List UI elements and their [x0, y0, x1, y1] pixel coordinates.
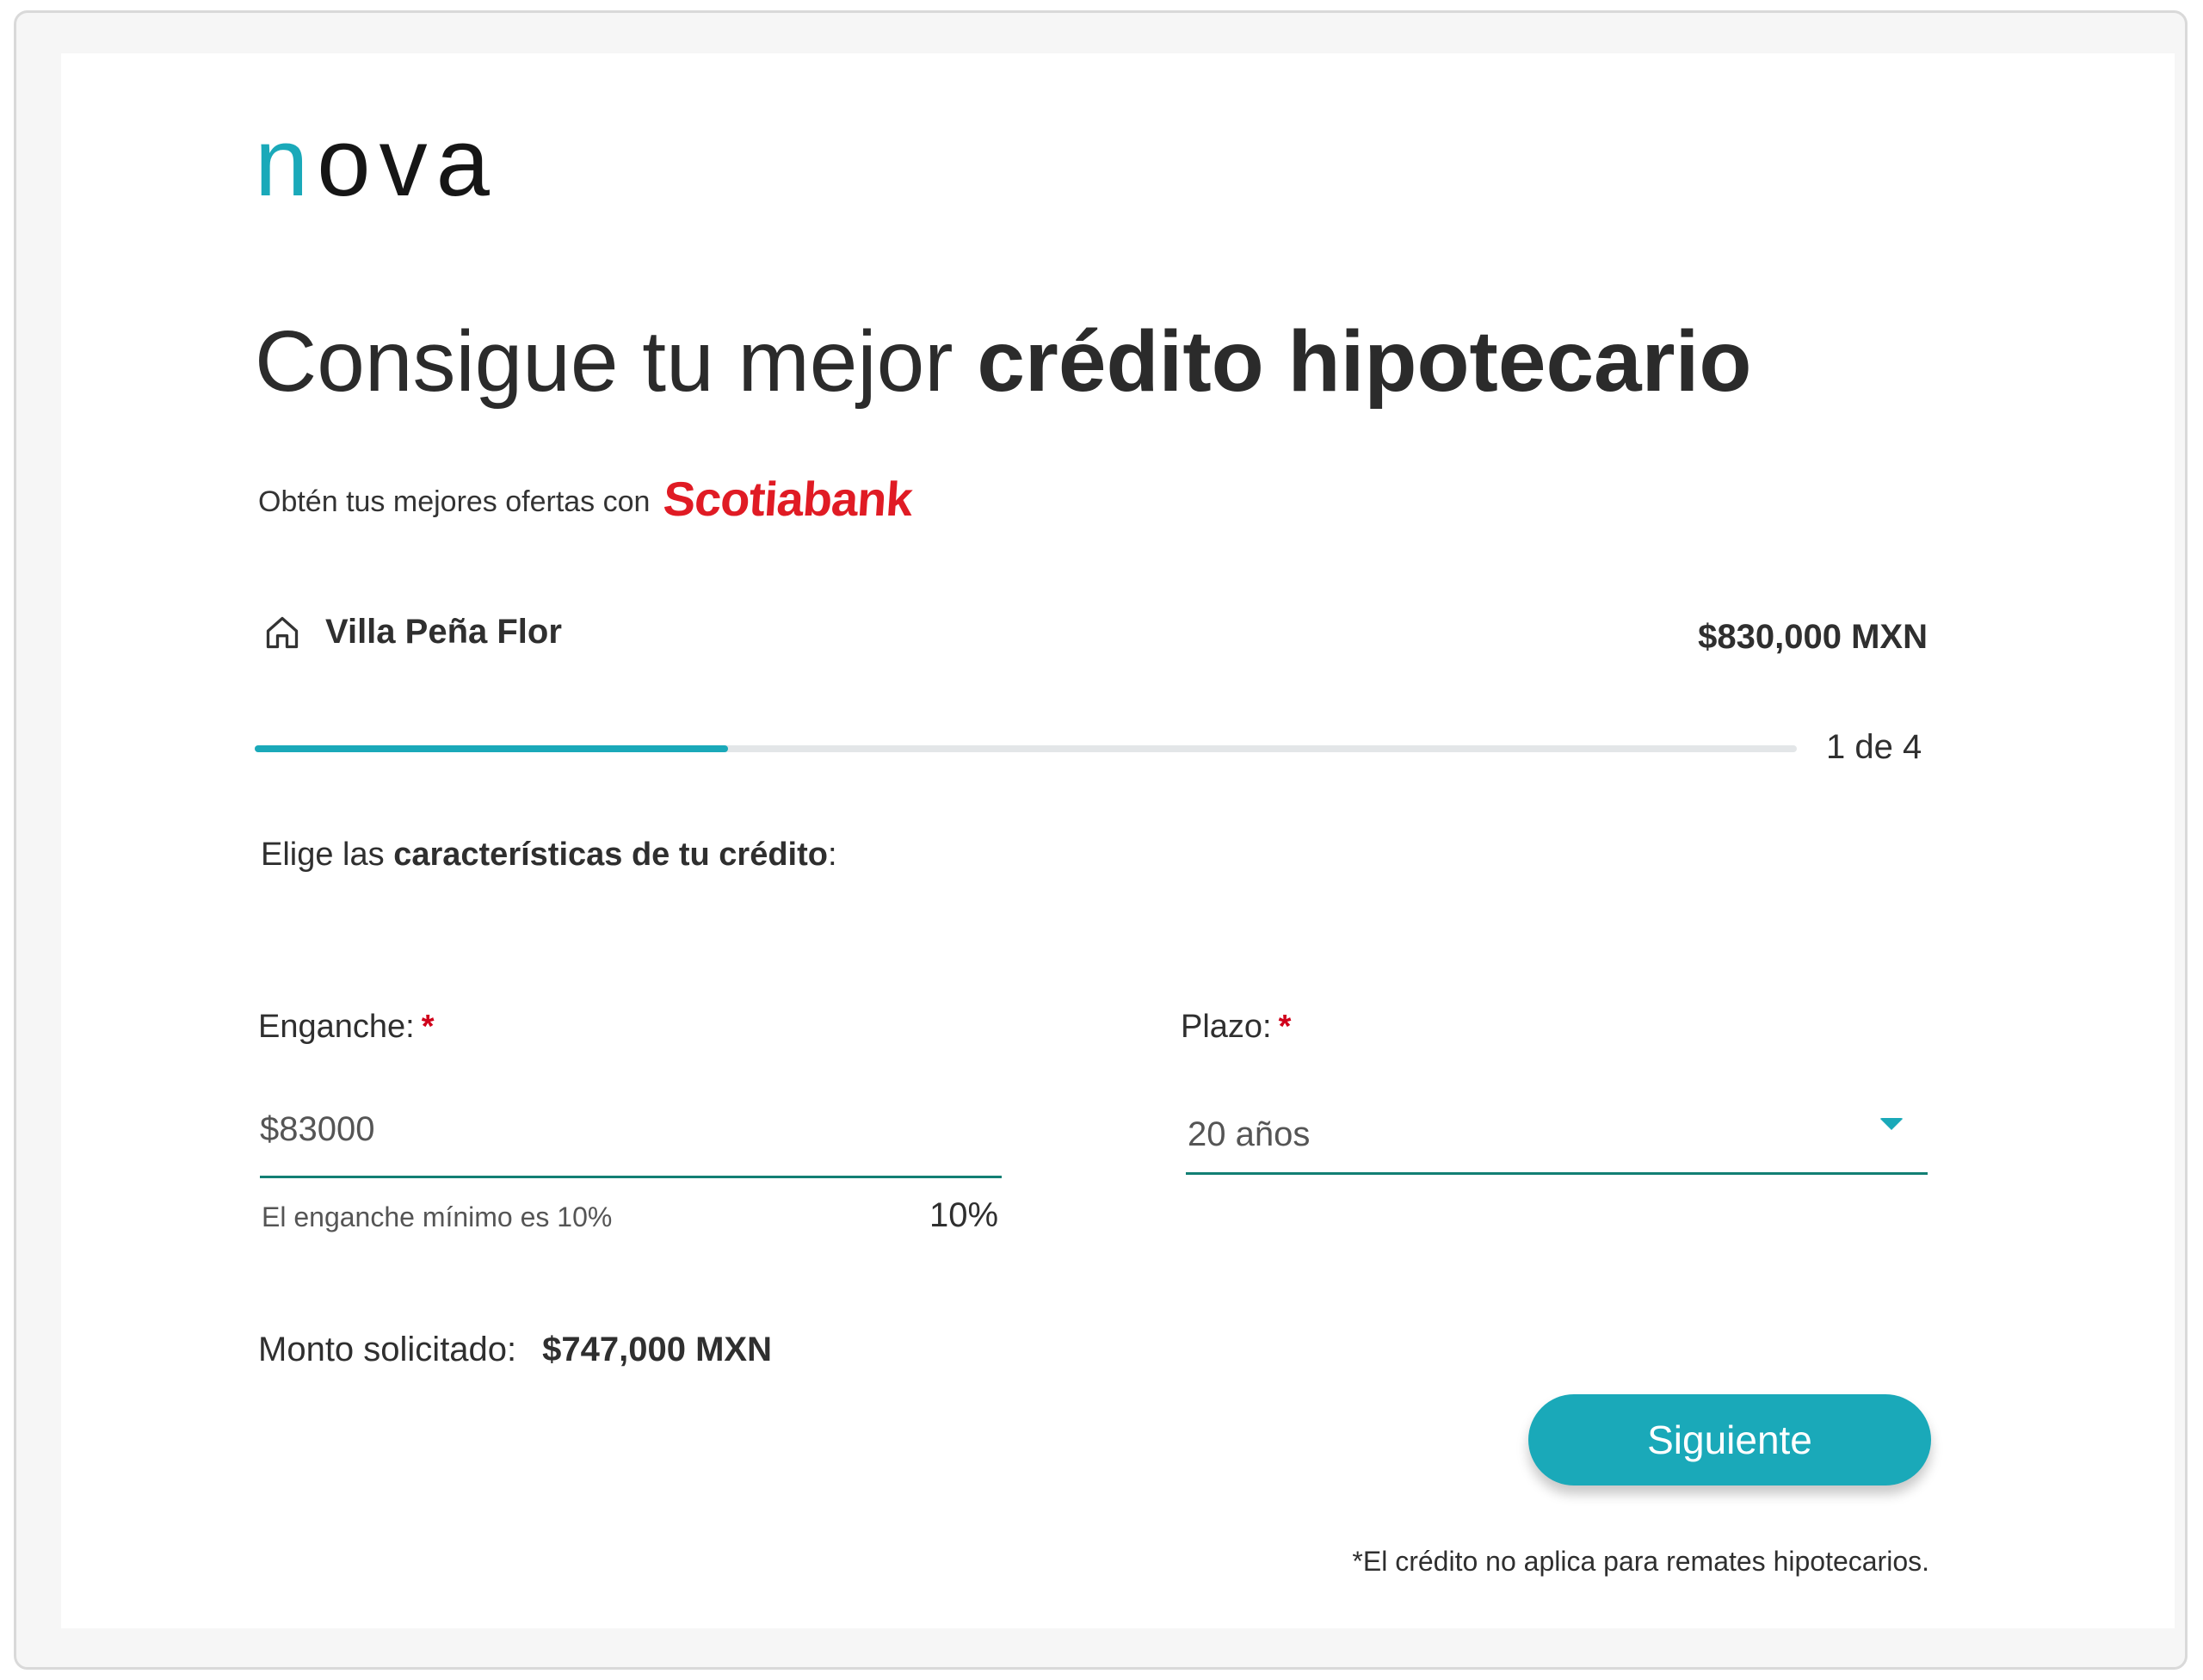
enganche-field [260, 1093, 1002, 1178]
house-icon [266, 616, 299, 648]
plazo-selected-value: 20 años [1188, 1115, 1311, 1153]
footnote: *El crédito no aplica para remates hipot… [1352, 1546, 1929, 1577]
enganche-label-text: Enganche: [258, 1009, 415, 1045]
caret-down-icon[interactable] [1879, 1118, 1904, 1130]
prompt-bold: características de tu crédito [393, 837, 828, 873]
required-mark: * [1278, 1009, 1292, 1045]
enganche-percent: 10% [929, 1196, 999, 1234]
title-bold: crédito hipotecario [977, 313, 1752, 410]
enganche-label: Enganche: * [258, 1009, 435, 1046]
monto-label: Monto solicitado: [258, 1331, 517, 1368]
scotiabank-logo: Scotiabank [662, 472, 915, 526]
required-mark: * [421, 1009, 435, 1045]
step-indicator: 1 de 4 [1826, 728, 1922, 766]
title-regular: Consigue tu mejor [255, 313, 978, 410]
plazo-label-text: Plazo: [1181, 1009, 1272, 1045]
logo-letter-n: n [255, 108, 318, 216]
next-button[interactable]: Siguiente [1528, 1394, 1931, 1485]
subtitle: Obtén tus mejores ofertas con Scotiabank [258, 472, 914, 527]
property-name: Villa Peña Flor [325, 613, 562, 651]
subtitle-text: Obtén tus mejores ofertas con [258, 485, 651, 518]
monto-solicitado: Monto solicitado: $747,000 MXN [258, 1331, 772, 1369]
prompt-regular: Elige las [261, 837, 394, 873]
prompt-suffix: : [827, 837, 837, 873]
logo-letters: ova [317, 108, 498, 216]
plazo-label: Plazo: * [1181, 1009, 1291, 1046]
progress-fill [255, 745, 729, 752]
progress-bar [255, 745, 1797, 752]
enganche-hint: El enganche mínimo es 10% [262, 1201, 613, 1232]
page-title: Consigue tu mejor crédito hipotecario [255, 310, 1751, 413]
nova-logo: n ova [255, 108, 498, 216]
plazo-select[interactable]: 20 años [1186, 1093, 1928, 1175]
property-summary: Villa Peña Flor [263, 613, 562, 652]
enganche-input[interactable] [260, 1093, 1002, 1149]
monto-value: $747,000 MXN [542, 1331, 772, 1368]
form-prompt: Elige las características de tu crédito: [261, 837, 837, 874]
property-price: $830,000 MXN [1698, 618, 1928, 656]
